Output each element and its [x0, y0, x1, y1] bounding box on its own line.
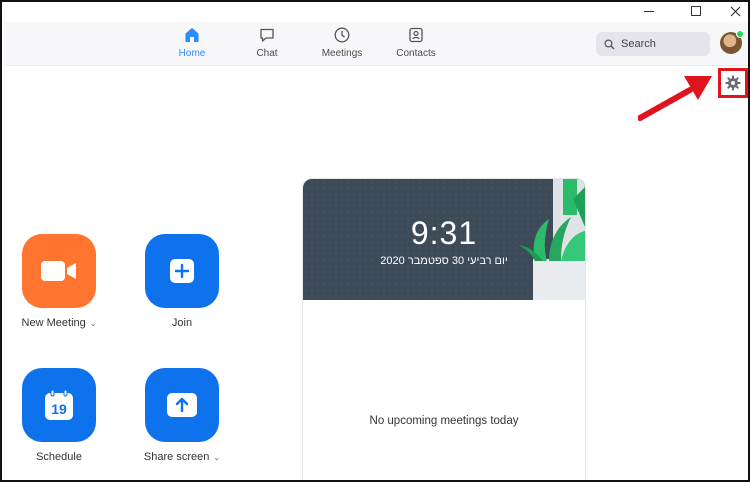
gear-icon — [725, 75, 741, 91]
video-camera-icon — [41, 261, 76, 281]
current-time: 9:31 — [410, 215, 478, 251]
tab-meetings-label: Meetings — [321, 48, 363, 59]
tab-contacts[interactable]: Contacts — [381, 26, 451, 64]
clock-banner: 9:31 יום רביעי 30 ספטמבר 2020 — [303, 179, 585, 300]
tab-home-label: Home — [178, 48, 206, 59]
no-meetings-message: No upcoming meetings today — [369, 415, 519, 427]
top-navigation: Home Chat Meetings Contacts — [4, 22, 748, 66]
tab-home[interactable]: Home — [157, 26, 227, 64]
new-meeting-label-row[interactable]: New Meeting ⌄ — [22, 317, 97, 329]
tab-chat[interactable]: Chat — [232, 26, 302, 64]
share-screen-label-row[interactable]: Share screen ⌄ — [144, 451, 220, 463]
chevron-down-icon[interactable]: ⌄ — [90, 319, 97, 328]
home-icon — [185, 28, 199, 42]
online-status-dot — [736, 30, 744, 38]
share-screen-label: Share screen — [143, 451, 210, 463]
new-meeting-button[interactable] — [22, 234, 96, 308]
chevron-down-icon[interactable]: ⌄ — [213, 453, 220, 462]
share-screen-icon — [167, 393, 197, 417]
avatar[interactable] — [720, 30, 744, 54]
tab-meetings[interactable]: Meetings — [307, 26, 377, 64]
join-action: Join — [132, 234, 232, 329]
tab-contacts-label: Contacts — [396, 48, 436, 59]
chat-icon — [260, 28, 274, 42]
calendar-day-number: 19 — [51, 401, 67, 417]
schedule-button[interactable]: 19 — [22, 368, 96, 442]
contacts-icon — [409, 27, 423, 43]
join-label: Join — [171, 317, 193, 329]
schedule-label: Schedule — [36, 451, 82, 463]
current-date: יום רביעי 30 ספטמבר 2020 — [380, 255, 508, 267]
minimize-icon — [644, 10, 654, 12]
red-arrow-annotation — [638, 76, 712, 121]
share-screen-action: Share screen ⌄ — [132, 368, 232, 463]
close-icon — [730, 6, 740, 16]
new-meeting-action: New Meeting ⌄ — [9, 234, 109, 329]
schedule-action: 19 Schedule — [9, 368, 109, 463]
maximize-icon — [691, 6, 701, 16]
settings-button[interactable] — [718, 68, 748, 98]
tab-chat-label: Chat — [256, 48, 278, 59]
search-box[interactable] — [596, 32, 710, 56]
calendar-icon: 19 — [45, 389, 73, 420]
search-icon — [604, 38, 615, 49]
new-meeting-label: New Meeting — [21, 317, 86, 329]
search-input[interactable] — [621, 38, 701, 50]
close-button[interactable] — [720, 2, 748, 20]
minimize-button[interactable] — [634, 2, 664, 20]
upcoming-meetings-card: 9:31 יום רביעי 30 ספטמבר 2020 No upcomin… — [302, 178, 586, 480]
maximize-button[interactable] — [681, 2, 711, 20]
share-screen-button[interactable] — [145, 368, 219, 442]
join-button[interactable] — [145, 234, 219, 308]
clock-icon — [334, 27, 350, 43]
window-title-bar — [2, 2, 748, 22]
plus-icon — [170, 259, 194, 283]
zoom-window: Home Chat Meetings Contacts Search New M… — [0, 0, 750, 482]
